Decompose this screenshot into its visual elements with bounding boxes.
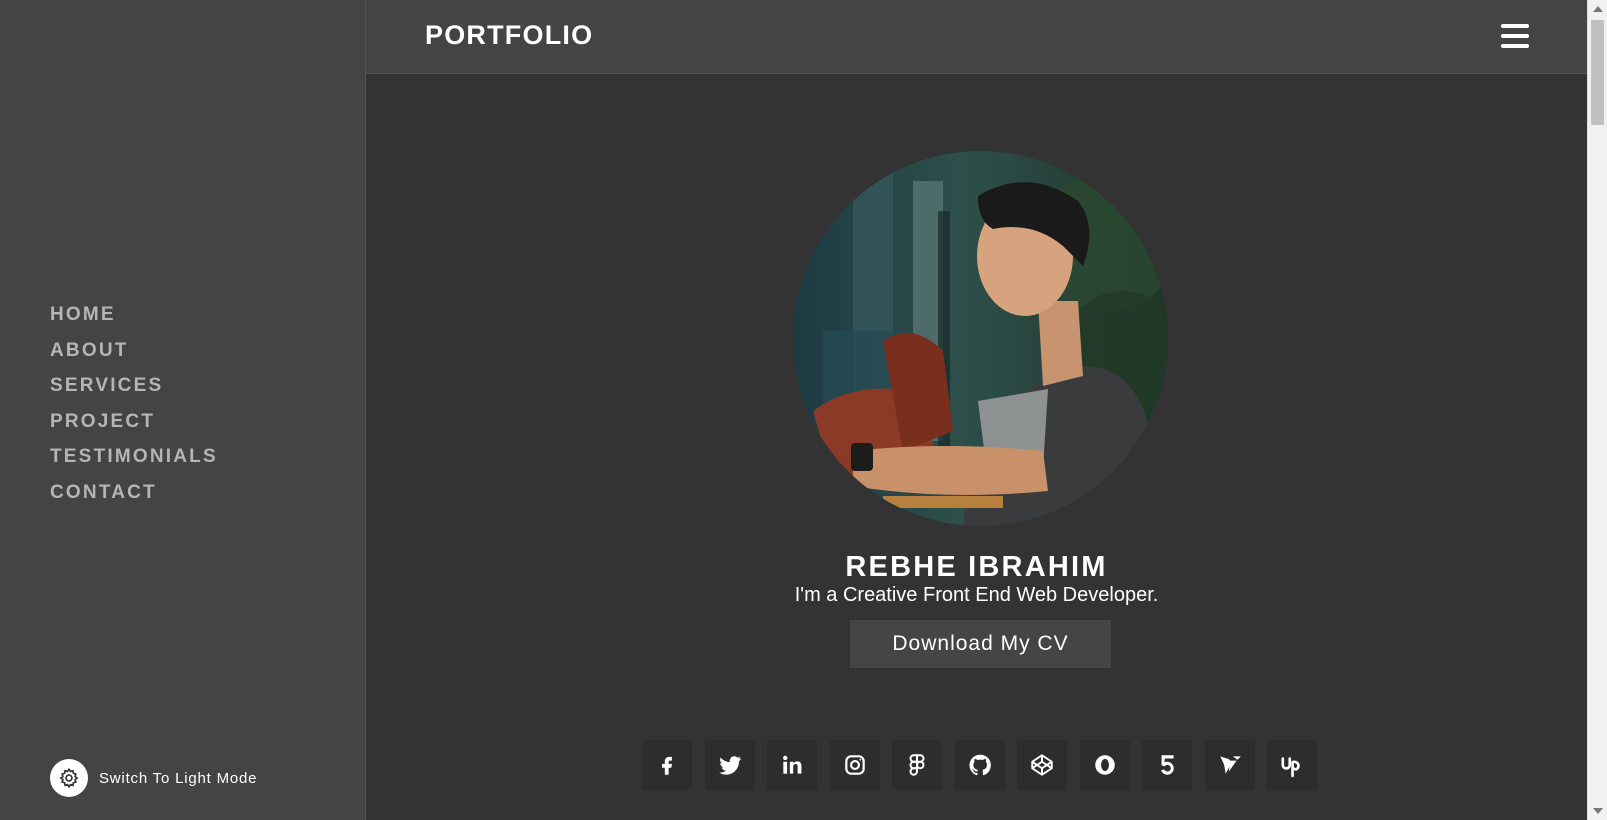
brand-title[interactable]: PORTFOLIO bbox=[425, 20, 593, 51]
scroll-down-arrow-icon[interactable] bbox=[1593, 808, 1603, 814]
nav-item-about[interactable]: ABOUT bbox=[50, 340, 218, 362]
gear-icon[interactable] bbox=[50, 759, 88, 797]
nav-item-services[interactable]: SERVICES bbox=[50, 375, 218, 397]
nav-item-home[interactable]: HOME bbox=[50, 304, 218, 326]
download-cv-button[interactable]: Download My CV bbox=[850, 620, 1111, 668]
codepen-icon[interactable] bbox=[1017, 740, 1067, 790]
linkedin-icon[interactable] bbox=[767, 740, 817, 790]
twitter-icon[interactable] bbox=[704, 740, 755, 790]
hamburger-menu-icon[interactable] bbox=[1501, 24, 1529, 48]
instagram-icon[interactable] bbox=[829, 740, 880, 790]
profile-avatar bbox=[793, 151, 1168, 526]
scrollbar-thumb[interactable] bbox=[1591, 20, 1604, 125]
upwork-icon[interactable] bbox=[1267, 740, 1317, 790]
theme-toggle-label: Switch To Light Mode bbox=[99, 769, 258, 787]
social-links bbox=[642, 740, 1330, 790]
facebook-icon[interactable] bbox=[642, 740, 692, 790]
sidebar: HOME ABOUT SERVICES PROJECT TESTIMONIALS… bbox=[0, 0, 366, 820]
page-scrollbar[interactable] bbox=[1587, 0, 1607, 820]
profile-name: REBHE IBRAHIM bbox=[845, 551, 1108, 583]
top-header: PORTFOLIO bbox=[366, 0, 1587, 74]
opera-icon[interactable] bbox=[1079, 740, 1130, 790]
freelancer-icon[interactable] bbox=[1204, 740, 1255, 790]
five-hundred-px-icon[interactable] bbox=[1142, 740, 1192, 790]
nav-item-testimonials[interactable]: TESTIMONIALS bbox=[50, 446, 218, 468]
sidebar-nav: HOME ABOUT SERVICES PROJECT TESTIMONIALS… bbox=[50, 304, 218, 517]
nav-item-project[interactable]: PROJECT bbox=[50, 411, 218, 433]
figma-icon[interactable] bbox=[892, 740, 942, 790]
scroll-up-arrow-icon[interactable] bbox=[1593, 6, 1603, 12]
nav-item-contact[interactable]: CONTACT bbox=[50, 482, 218, 504]
github-icon[interactable] bbox=[954, 740, 1005, 790]
theme-toggle[interactable]: Switch To Light Mode bbox=[50, 759, 257, 797]
profile-tagline: I'm a Creative Front End Web Developer. bbox=[794, 584, 1159, 606]
